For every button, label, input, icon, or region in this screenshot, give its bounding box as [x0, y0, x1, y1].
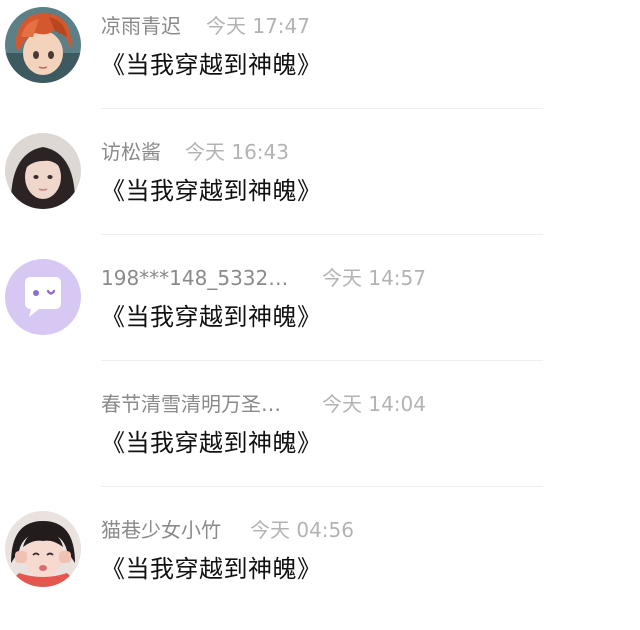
divider [101, 486, 543, 487]
child-photo-avatar-icon [5, 511, 81, 587]
username[interactable]: 春节清雪清明万圣… [101, 390, 281, 418]
timestamp: 今天 04:56 [250, 518, 354, 542]
avatar[interactable] [5, 259, 81, 335]
avatar[interactable] [5, 133, 81, 209]
divider [101, 234, 543, 235]
username[interactable]: 访松酱 [101, 138, 161, 166]
divider [101, 360, 543, 361]
avatar[interactable] [5, 511, 81, 587]
avatar[interactable] [5, 7, 81, 83]
comment-feed: 凉雨青迟 今天 17:47 《当我穿越到神魄》 访松酱 今天 16:43 《当我… [0, 0, 640, 602]
message-text: 《当我穿越到神魄》 [101, 177, 322, 205]
message-item[interactable]: 春节清雪清明万圣… 今天 14:04 《当我穿越到神魄》 [0, 378, 640, 504]
username[interactable]: 猫巷少女小竹 [101, 516, 221, 544]
message-text: 《当我穿越到神魄》 [101, 303, 322, 331]
timestamp: 今天 14:04 [322, 392, 426, 416]
message-item[interactable]: 访松酱 今天 16:43 《当我穿越到神魄》 [0, 126, 640, 252]
divider [101, 108, 543, 109]
username[interactable]: 198***148_5332… [101, 264, 288, 292]
timestamp: 今天 14:57 [322, 266, 426, 290]
message-item[interactable]: 猫巷少女小竹 今天 04:56 《当我穿越到神魄》 [0, 504, 640, 630]
timestamp: 今天 16:43 [185, 140, 289, 164]
anime-boy-avatar-icon [5, 7, 81, 83]
message-text: 《当我穿越到神魄》 [101, 51, 322, 79]
timestamp: 今天 17:47 [206, 14, 310, 38]
message-text: 《当我穿越到神魄》 [101, 555, 322, 583]
username[interactable]: 凉雨青迟 [101, 12, 181, 40]
message-item[interactable]: 凉雨青迟 今天 17:47 《当我穿越到神魄》 [0, 0, 640, 126]
message-item[interactable]: 198***148_5332… 今天 14:57 《当我穿越到神魄》 [0, 252, 640, 378]
default-chat-avatar-icon [5, 259, 81, 335]
girl-photo-avatar-icon [5, 133, 81, 209]
message-text: 《当我穿越到神魄》 [101, 429, 322, 457]
